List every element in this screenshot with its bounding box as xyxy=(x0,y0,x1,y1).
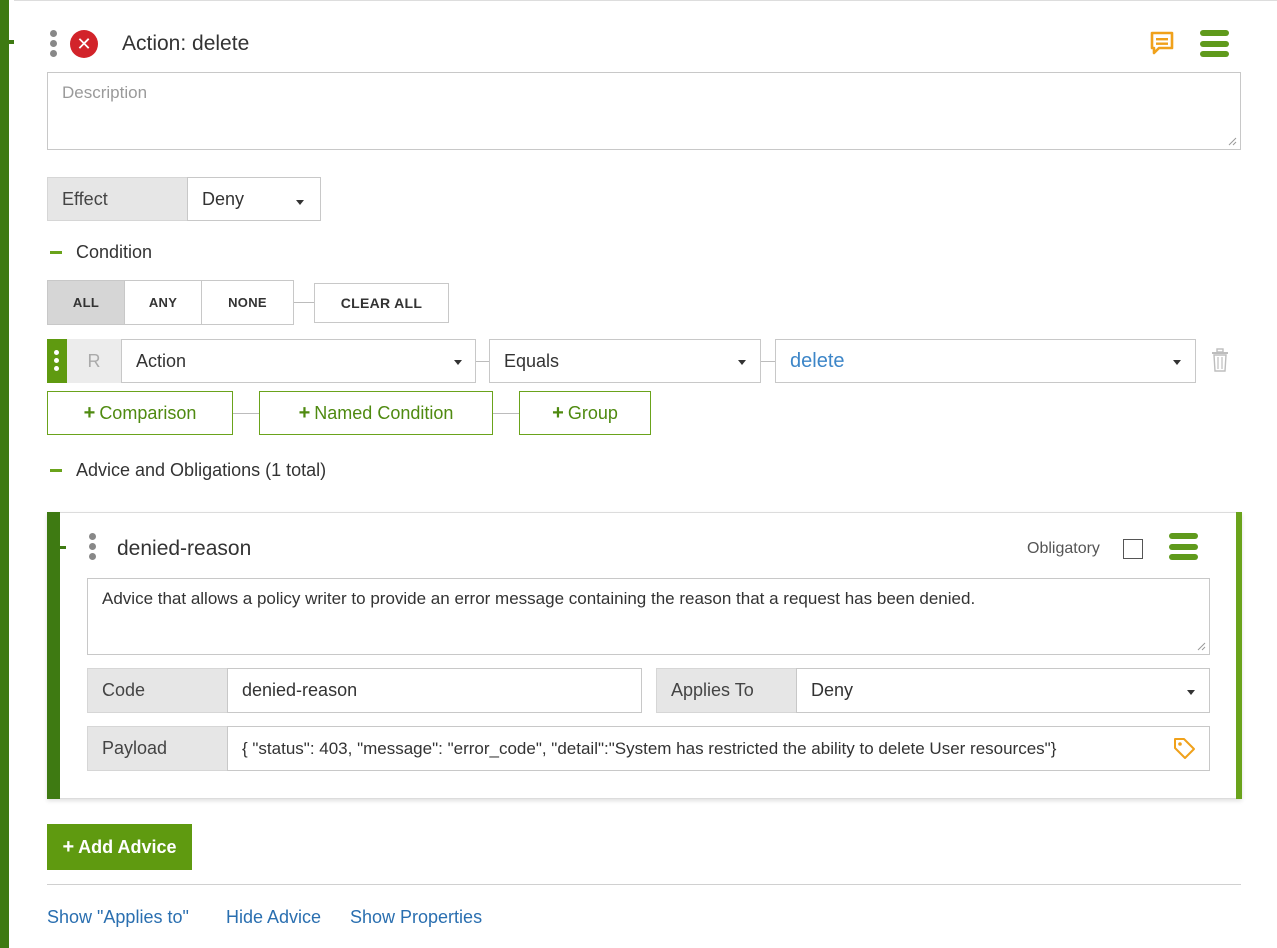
add-group-label: Group xyxy=(567,402,618,423)
rule-title: Action: delete xyxy=(122,32,250,55)
tag-icon[interactable] xyxy=(1172,736,1196,760)
advice-name: denied-reason xyxy=(117,537,252,560)
advice-description: Advice that allows a policy writer to pr… xyxy=(102,589,976,608)
top-divider xyxy=(14,0,1277,1)
add-comparison-button[interactable]: + Comparison xyxy=(47,391,233,435)
effect-select[interactable]: Deny xyxy=(187,177,321,221)
add-advice-label: Add Advice xyxy=(78,836,177,857)
add-advice-button[interactable]: + Add Advice xyxy=(47,824,192,870)
resize-handle-icon[interactable] xyxy=(1197,642,1206,651)
drag-handle-icon[interactable] xyxy=(50,30,57,57)
hamburger-menu-icon[interactable] xyxy=(1169,533,1198,560)
rule-badge: R xyxy=(67,339,121,383)
connector-line xyxy=(493,413,519,414)
code-label: Code xyxy=(87,668,228,713)
connector-line xyxy=(294,302,315,303)
collapse-condition-icon[interactable] xyxy=(50,251,62,254)
chevron-down-icon xyxy=(1173,360,1181,365)
show-properties-link[interactable]: Show Properties xyxy=(350,907,482,928)
advice-description-field[interactable]: Advice that allows a policy writer to pr… xyxy=(87,578,1210,655)
condition-row-handle[interactable] xyxy=(47,339,67,383)
x-circle-icon[interactable]: ✕ xyxy=(70,30,98,58)
collapse-advice-icon[interactable] xyxy=(50,469,62,472)
rule-accent-bar xyxy=(0,0,9,948)
advice-card-accent xyxy=(47,512,60,799)
add-named-condition-label: Named Condition xyxy=(314,402,454,423)
chevron-down-icon xyxy=(296,200,304,205)
payload-label: Payload xyxy=(87,726,228,771)
plus-icon: + xyxy=(83,401,96,424)
applies-to-label: Applies To xyxy=(656,668,797,713)
obligatory-label: Obligatory xyxy=(1027,540,1100,557)
hamburger-menu-icon[interactable] xyxy=(1200,30,1229,57)
applies-to-value: Deny xyxy=(811,680,854,700)
trash-icon[interactable] xyxy=(1211,348,1229,372)
condition-value: delete xyxy=(790,349,845,372)
add-comparison-label: Comparison xyxy=(99,402,197,423)
attribute-value: Action xyxy=(136,350,187,371)
connector-line xyxy=(761,361,775,362)
condition-header: Condition xyxy=(76,242,153,262)
clear-all-button[interactable]: CLEAR ALL xyxy=(314,283,449,323)
none-button[interactable]: NONE xyxy=(201,280,294,325)
attribute-select[interactable]: Action xyxy=(121,339,476,383)
comment-icon[interactable] xyxy=(1149,30,1175,56)
advice-header: Advice and Obligations (1 total) xyxy=(76,460,327,480)
advice-collapse-handle[interactable] xyxy=(60,546,66,549)
show-applies-to-link[interactable]: Show "Applies to" xyxy=(47,907,189,928)
chevron-down-icon xyxy=(1187,690,1195,695)
chevron-down-icon xyxy=(454,360,462,365)
code-input[interactable]: denied-reason xyxy=(227,668,642,713)
plus-icon: + xyxy=(552,401,564,424)
connector-line xyxy=(476,361,489,362)
value-select[interactable]: delete xyxy=(775,339,1196,383)
collapse-handle[interactable] xyxy=(0,40,14,44)
description-field[interactable]: Description xyxy=(47,72,1241,150)
any-button[interactable]: ANY xyxy=(124,280,202,325)
payload-value: { "status": 403, "message": "error_code"… xyxy=(242,738,1057,758)
applies-to-select[interactable]: Deny xyxy=(796,668,1210,713)
effect-value: Deny xyxy=(202,188,245,209)
description-placeholder: Description xyxy=(62,83,148,102)
drag-handle-icon[interactable] xyxy=(89,533,96,560)
plus-icon: + xyxy=(62,835,75,858)
add-named-condition-button[interactable]: + Named Condition xyxy=(259,391,493,435)
operator-select[interactable]: Equals xyxy=(489,339,761,383)
footer-divider xyxy=(47,884,1241,885)
add-group-button[interactable]: + Group xyxy=(519,391,651,435)
operator-value: Equals xyxy=(504,350,560,371)
connector-line xyxy=(233,413,259,414)
hide-advice-link[interactable]: Hide Advice xyxy=(226,907,321,928)
all-button[interactable]: ALL xyxy=(47,280,125,325)
plus-icon: + xyxy=(298,401,311,424)
effect-label: Effect xyxy=(47,177,188,221)
obligatory-checkbox[interactable] xyxy=(1123,539,1143,559)
payload-input[interactable]: { "status": 403, "message": "error_code"… xyxy=(227,726,1210,771)
code-value: denied-reason xyxy=(242,680,358,700)
advice-card-accent-right xyxy=(1236,512,1242,799)
resize-handle-icon[interactable] xyxy=(1228,137,1237,146)
chevron-down-icon xyxy=(738,360,746,365)
